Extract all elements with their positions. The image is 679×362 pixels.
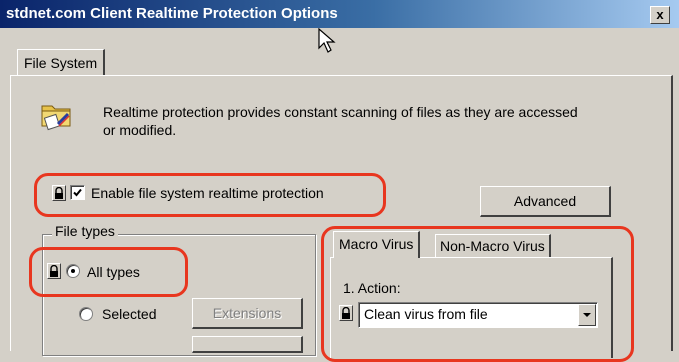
file-types-group-title: File types — [52, 223, 118, 239]
extensions-button-label: Extensions — [212, 305, 282, 321]
lock-icon — [55, 187, 63, 199]
selected-types-radio[interactable] — [79, 307, 93, 321]
radio-selected-dot — [71, 269, 75, 273]
chevron-down-icon — [583, 313, 591, 317]
lock-icon — [50, 265, 58, 277]
all-types-radio[interactable] — [66, 264, 80, 278]
window-title: stdnet.com Client Realtime Protection Op… — [6, 5, 338, 22]
title-bar[interactable]: stdnet.com Client Realtime Protection Op… — [0, 0, 679, 28]
tab-macro-virus-label: Macro Virus — [339, 236, 414, 252]
mouse-cursor-icon — [318, 28, 336, 53]
lock-button-file-types[interactable] — [47, 263, 61, 279]
folder-shield-icon — [41, 105, 71, 131]
action-label: 1. Action: — [343, 280, 401, 296]
action-select-value: Clean virus from file — [364, 306, 488, 322]
description-text: Realtime protection provides constant sc… — [103, 104, 578, 138]
all-types-label: All types — [87, 264, 140, 280]
enable-realtime-checkbox[interactable] — [70, 185, 85, 200]
tab-file-system-label: File System — [24, 55, 98, 71]
tab-non-macro-virus[interactable]: Non-Macro Virus — [435, 234, 551, 257]
tab-macro-virus[interactable]: Macro Virus — [333, 231, 421, 258]
enable-realtime-label: Enable file system realtime protection — [91, 185, 324, 201]
checkmark-icon — [73, 188, 82, 197]
close-button[interactable]: x — [650, 6, 670, 24]
selected-types-label: Selected — [102, 306, 157, 322]
lock-icon — [342, 307, 350, 319]
extensions-button[interactable]: Extensions — [192, 298, 303, 329]
advanced-button[interactable]: Advanced — [480, 186, 611, 217]
action-select[interactable]: Clean virus from file — [358, 302, 598, 328]
close-icon: x — [656, 7, 664, 22]
advanced-button-label: Advanced — [513, 193, 577, 209]
dropdown-button[interactable] — [578, 304, 596, 326]
tab-file-system[interactable]: File System — [17, 49, 106, 76]
tab-non-macro-virus-label: Non-Macro Virus — [440, 238, 545, 254]
lock-button-action[interactable] — [339, 305, 353, 321]
lock-button-enable[interactable] — [52, 185, 66, 201]
